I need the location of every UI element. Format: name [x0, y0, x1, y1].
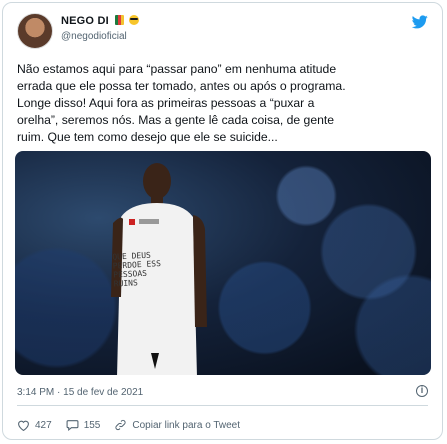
- twitter-bird-icon[interactable]: [412, 15, 428, 29]
- reply-count: 155: [83, 419, 101, 431]
- tweet-card: NEGO DI @negodioficial Não estamos aqui …: [2, 2, 443, 440]
- tweet-header: NEGO DI @negodioficial: [17, 13, 428, 53]
- sunglasses-emoji-icon: [129, 15, 140, 25]
- tweet-text-line: ruim. Que tem como desejo que ele se sui…: [17, 130, 278, 144]
- tweet-timestamp[interactable]: 3:14 PM · 15 de fev de 2021: [17, 387, 143, 398]
- author-name[interactable]: NEGO DI: [61, 15, 109, 27]
- tweet-text-line: errada que ele possa ter tomado, antes o…: [17, 79, 346, 93]
- tweet-media-image[interactable]: QUE DEUS PERDOE ESS PESSOAS RUINS: [15, 151, 431, 375]
- tweet-actions: 427 155 Copiar link para o Tweet: [17, 417, 254, 433]
- brazil-flag-icon: [115, 15, 125, 25]
- author-handle[interactable]: @negodioficial: [61, 31, 127, 42]
- divider: [17, 405, 428, 406]
- copy-link-button[interactable]: Copiar link para o Tweet: [114, 419, 240, 431]
- info-icon[interactable]: i: [416, 385, 428, 397]
- like-count: 427: [35, 419, 52, 431]
- copy-link-label: Copiar link para o Tweet: [132, 419, 241, 431]
- tweet-text: Não estamos aqui para “passar pano” em n…: [17, 61, 431, 146]
- tweet-text-line: Longe disso! Aqui fora as primeiras pess…: [17, 96, 315, 110]
- tweet-text-line: Não estamos aqui para “passar pano” em n…: [17, 62, 337, 76]
- heart-icon: [18, 420, 29, 431]
- reply-button[interactable]: 155: [66, 419, 101, 431]
- avatar[interactable]: [17, 13, 53, 49]
- tweet-text-line: orelha”, seremos nós. Mas a gente lê cad…: [17, 113, 335, 127]
- reply-bubble-icon: [66, 420, 79, 431]
- author-name-row[interactable]: NEGO DI: [61, 15, 140, 27]
- link-icon: [115, 419, 126, 431]
- shirt-text: QUE DEUS PERDOE ESS PESSOAS RUINS: [112, 249, 174, 289]
- like-button[interactable]: 427: [17, 419, 52, 431]
- background-crowd: [15, 151, 431, 375]
